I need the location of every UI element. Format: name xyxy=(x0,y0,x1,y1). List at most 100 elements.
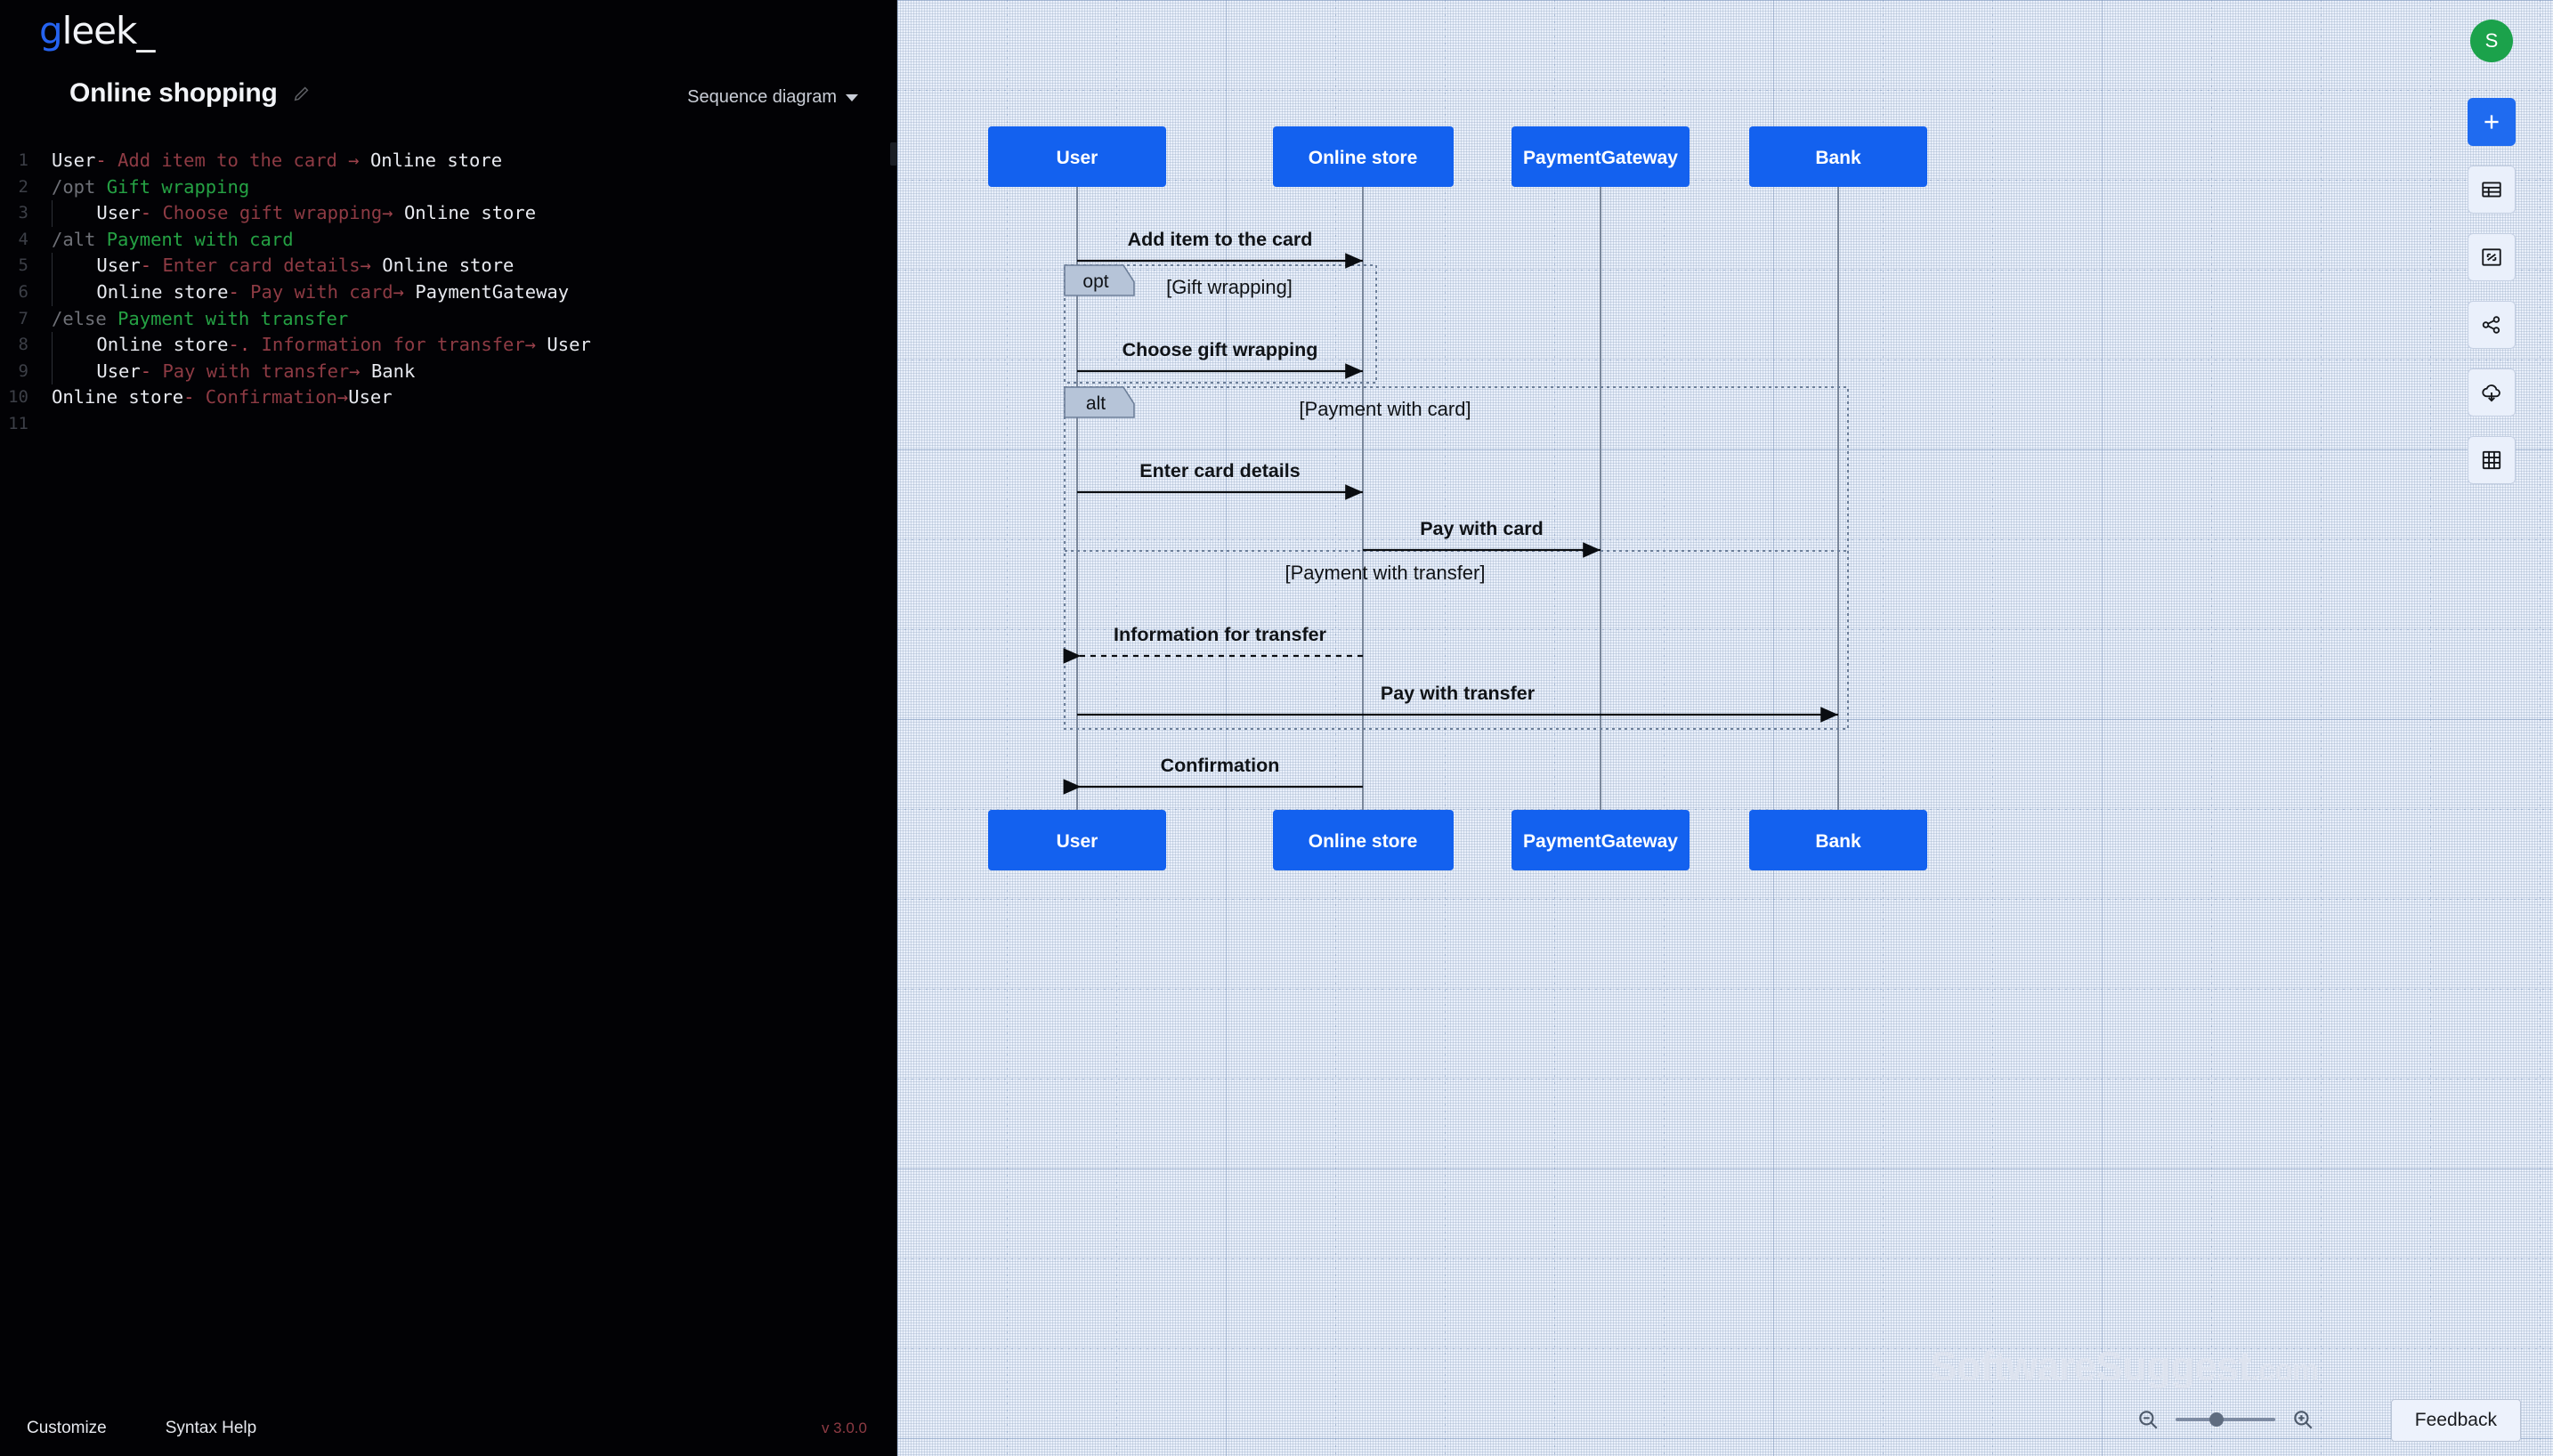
line-number: 5 xyxy=(18,255,28,276)
code-token: → xyxy=(349,360,371,382)
code-token: - xyxy=(140,202,163,224)
code-line[interactable]: 9 User- Pay with transfer→ Bank xyxy=(0,358,897,385)
code-line[interactable]: 7/else Payment with transfer xyxy=(0,306,897,333)
document-title-row: Online shopping xyxy=(69,78,312,109)
code-line[interactable]: 4/alt Payment with card xyxy=(0,227,897,254)
feedback-button[interactable]: Feedback xyxy=(2390,1399,2521,1442)
fragment-guard: [Gift wrapping] xyxy=(1166,276,1293,298)
code-line-text: /alt Payment with card xyxy=(52,227,294,254)
line-number: 2 xyxy=(18,176,28,197)
code-token: → xyxy=(336,386,349,408)
code-token: /opt xyxy=(52,175,107,198)
code-line[interactable]: 11 xyxy=(0,411,897,438)
line-number: 6 xyxy=(18,281,28,302)
message: Add item to the card xyxy=(1077,229,1363,269)
code-token: Pay with card xyxy=(250,280,393,303)
diagram-canvas[interactable]: opt [Gift wrapping] [Payment with transfer… xyxy=(897,0,2553,1456)
code-editor[interactable]: 1 User- Add item to the card → Online sto… xyxy=(0,148,897,438)
participant-label: PaymentGateway xyxy=(1523,831,1678,852)
code-token: Choose gift wrapping xyxy=(162,202,383,224)
code-line[interactable]: 6 Online store- Pay with card→ PaymentGa… xyxy=(0,279,897,306)
pencil-icon[interactable] xyxy=(292,84,312,103)
table-icon xyxy=(2482,182,2501,198)
code-token: Online store xyxy=(52,386,184,408)
gleek-logo[interactable]: gleek_ xyxy=(39,9,156,53)
code-token: → xyxy=(393,280,416,303)
code-token: Online store xyxy=(96,334,229,356)
code-token: User xyxy=(547,334,591,356)
fragment-guard: [Payment with card] xyxy=(1299,398,1471,420)
grid-icon xyxy=(2482,450,2501,470)
expand-icon xyxy=(2482,248,2501,266)
syntax-help-link[interactable]: Syntax Help xyxy=(166,1419,256,1438)
code-line[interactable]: 3 User- Choose gift wrapping→ Online sto… xyxy=(0,200,897,227)
code-line-text: /opt Gift wrapping xyxy=(52,174,249,201)
editor-footer: Customize Syntax Help v 3.0.0 xyxy=(0,1401,897,1456)
code-line[interactable]: 10 Online store- Confirmation→User xyxy=(0,384,897,411)
message: Choose gift wrapping xyxy=(1077,339,1363,379)
plus-icon xyxy=(2484,115,2499,129)
code-token: Confirmation xyxy=(205,386,337,408)
indent-guide xyxy=(52,253,53,279)
pane-resize-handle[interactable] xyxy=(890,142,897,166)
message-label: Enter card details xyxy=(1139,460,1300,481)
line-number: 1 xyxy=(18,150,28,170)
indent-guide xyxy=(52,200,53,227)
chevron-down-icon xyxy=(846,93,858,101)
code-line-text: User- Enter card details→ Online store xyxy=(52,253,514,279)
code-token: Gift wrapping xyxy=(106,175,250,198)
code-line-text: User- Add item to the card → Online stor… xyxy=(52,148,502,174)
fragment-kind-label: opt xyxy=(1082,271,1108,292)
table-button[interactable] xyxy=(2468,166,2516,214)
code-line-text: Online store- Confirmation→User xyxy=(52,384,393,411)
code-token: Online store xyxy=(382,255,515,277)
line-number: 7 xyxy=(18,308,28,328)
grid-button[interactable] xyxy=(2468,436,2516,484)
logo-rest: leek_ xyxy=(61,9,156,53)
code-token: - xyxy=(95,150,118,171)
message-label: Confirmation xyxy=(1161,755,1280,776)
code-line[interactable]: 8 Online store-. Information for transfe… xyxy=(0,332,897,359)
code-line[interactable]: 2/opt Gift wrapping xyxy=(0,174,897,201)
fragment-alt: [Payment with transfer] alt [Payment with … xyxy=(1064,386,1849,730)
watermark-tld: .com xyxy=(2250,1354,2319,1387)
code-token: User xyxy=(348,386,393,408)
code-token: User xyxy=(96,202,141,224)
code-token: /alt xyxy=(52,228,107,250)
code-token: - xyxy=(140,360,163,382)
line-number: 3 xyxy=(18,203,28,223)
share-button[interactable] xyxy=(2468,301,2516,349)
participant-bottom: Bank xyxy=(1749,810,1927,870)
line-number: 4 xyxy=(18,229,28,249)
participant-top: User xyxy=(988,126,1166,187)
line-number: 9 xyxy=(18,360,28,381)
code-token: → xyxy=(348,150,370,171)
logo-g: g xyxy=(39,9,63,53)
cloud-download-icon xyxy=(2482,384,2500,402)
code-line[interactable]: 5 User- Enter card details→ Online store xyxy=(0,253,897,279)
customize-link[interactable]: Customize xyxy=(27,1419,107,1438)
download-button[interactable] xyxy=(2468,368,2516,417)
zoom-in-icon[interactable] xyxy=(2291,1408,2314,1431)
message-label: Choose gift wrapping xyxy=(1123,339,1318,360)
code-token: User xyxy=(96,255,141,277)
code-token: Information for transfer xyxy=(261,334,525,356)
code-line-text: User- Pay with transfer→ Bank xyxy=(52,358,415,385)
indent-guide xyxy=(52,332,53,359)
fragment-opt: opt [Gift wrapping] xyxy=(1064,264,1377,384)
page-title: Online shopping xyxy=(69,78,278,108)
diagram-type-selector[interactable]: Sequence diagram xyxy=(687,87,858,108)
zoom-slider-handle[interactable] xyxy=(2209,1412,2224,1427)
zoom-out-icon[interactable] xyxy=(2136,1408,2160,1431)
add-button[interactable] xyxy=(2468,98,2516,146)
code-line[interactable]: 1 User- Add item to the card → Online sto… xyxy=(0,148,897,174)
fragment-kind-label: alt xyxy=(1086,393,1106,414)
code-token: Enter card details xyxy=(162,255,361,277)
zoom-slider[interactable] xyxy=(2176,1412,2275,1427)
code-token: /else xyxy=(52,307,118,329)
avatar[interactable]: S xyxy=(2470,20,2513,62)
participant-label: User xyxy=(1057,148,1098,168)
fullscreen-button[interactable] xyxy=(2468,233,2516,281)
participant-label: Bank xyxy=(1815,831,1861,852)
share-icon xyxy=(2482,316,2500,334)
